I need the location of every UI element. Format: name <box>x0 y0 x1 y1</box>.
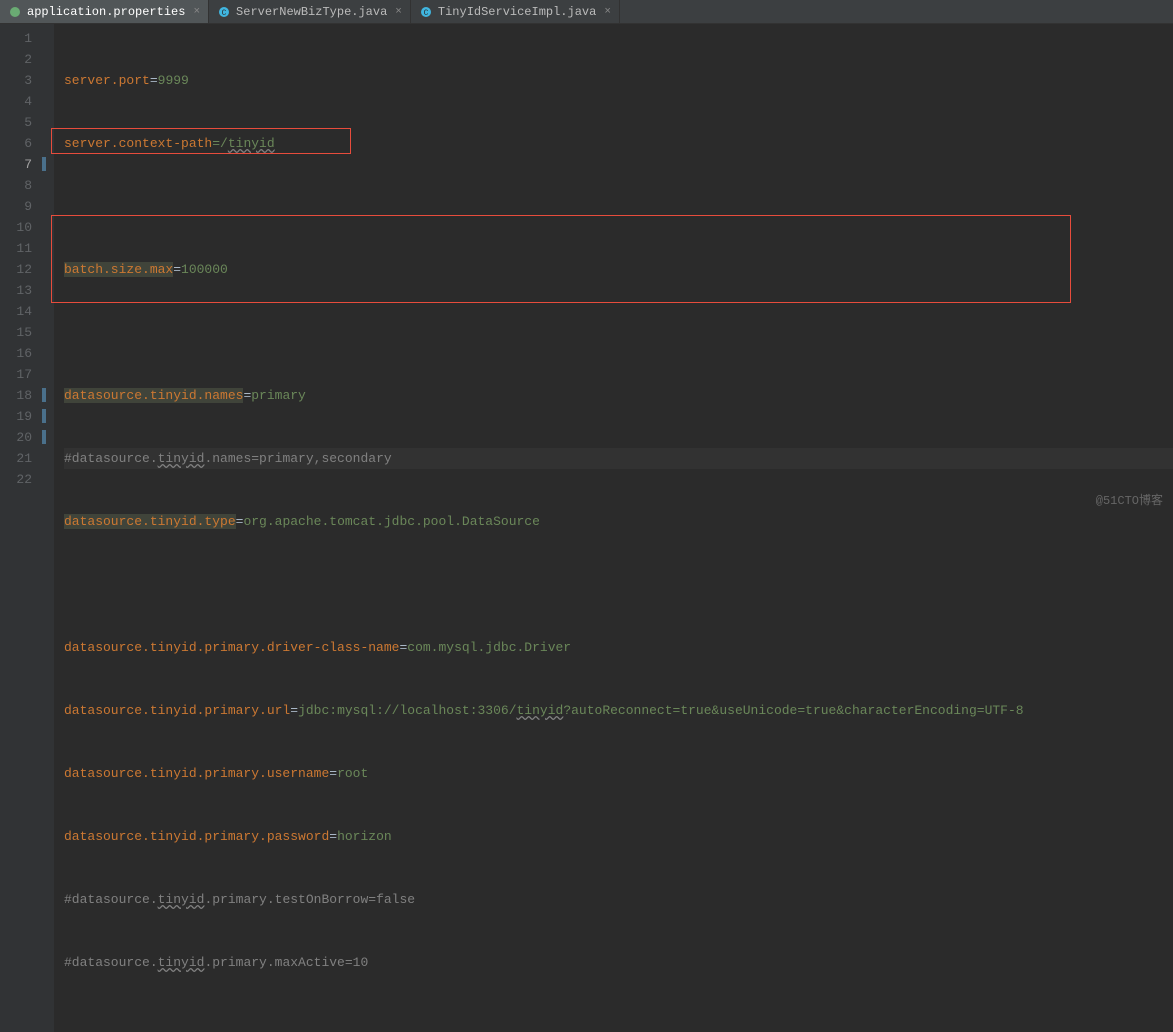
line-number: 22 <box>4 469 32 490</box>
change-marker <box>42 430 46 444</box>
line-number: 2 <box>4 49 32 70</box>
line-number: 11 <box>4 238 32 259</box>
properties-icon <box>8 5 22 19</box>
marker-column <box>40 24 54 1032</box>
tab-label: TinyIdServiceImpl.java <box>438 5 596 19</box>
editor-tabs: application.properties × C ServerNewBizT… <box>0 0 1173 24</box>
tab-label: application.properties <box>27 5 185 19</box>
change-marker <box>42 409 46 423</box>
line-number: 6 <box>4 133 32 154</box>
line-number: 10 <box>4 217 32 238</box>
tab-label: ServerNewBizType.java <box>236 5 387 19</box>
line-number: 3 <box>4 70 32 91</box>
svg-text:C: C <box>423 9 428 18</box>
line-number: 15 <box>4 322 32 343</box>
tab-server-new-biz-type[interactable]: C ServerNewBizType.java × <box>209 0 411 23</box>
line-number: 9 <box>4 196 32 217</box>
tab-application-properties[interactable]: application.properties × <box>0 0 209 23</box>
line-number: 20 <box>4 427 32 448</box>
line-number: 4 <box>4 91 32 112</box>
change-marker <box>42 157 46 171</box>
watermark: @51CTO博客 <box>1096 491 1163 508</box>
line-number: 1 <box>4 28 32 49</box>
line-number: 21 <box>4 448 32 469</box>
change-marker <box>42 388 46 402</box>
code-editor[interactable]: 12345678910111213141516171819202122 serv… <box>0 24 1173 1032</box>
line-number: 5 <box>4 112 32 133</box>
svg-text:C: C <box>222 9 227 18</box>
java-class-icon: C <box>217 5 231 19</box>
line-number: 16 <box>4 343 32 364</box>
line-number: 7 <box>4 154 32 175</box>
code-area[interactable]: server.port=9999 server.context-path=/ti… <box>54 24 1173 1032</box>
line-number: 18 <box>4 385 32 406</box>
line-number: 19 <box>4 406 32 427</box>
close-icon[interactable]: × <box>604 6 611 18</box>
java-class-icon: C <box>419 5 433 19</box>
line-number: 12 <box>4 259 32 280</box>
close-icon[interactable]: × <box>395 6 402 18</box>
close-icon[interactable]: × <box>193 6 200 18</box>
line-number-gutter: 12345678910111213141516171819202122 <box>0 24 40 1032</box>
line-number: 17 <box>4 364 32 385</box>
tab-tinyid-service-impl[interactable]: C TinyIdServiceImpl.java × <box>411 0 620 23</box>
line-number: 14 <box>4 301 32 322</box>
line-number: 13 <box>4 280 32 301</box>
line-number: 8 <box>4 175 32 196</box>
